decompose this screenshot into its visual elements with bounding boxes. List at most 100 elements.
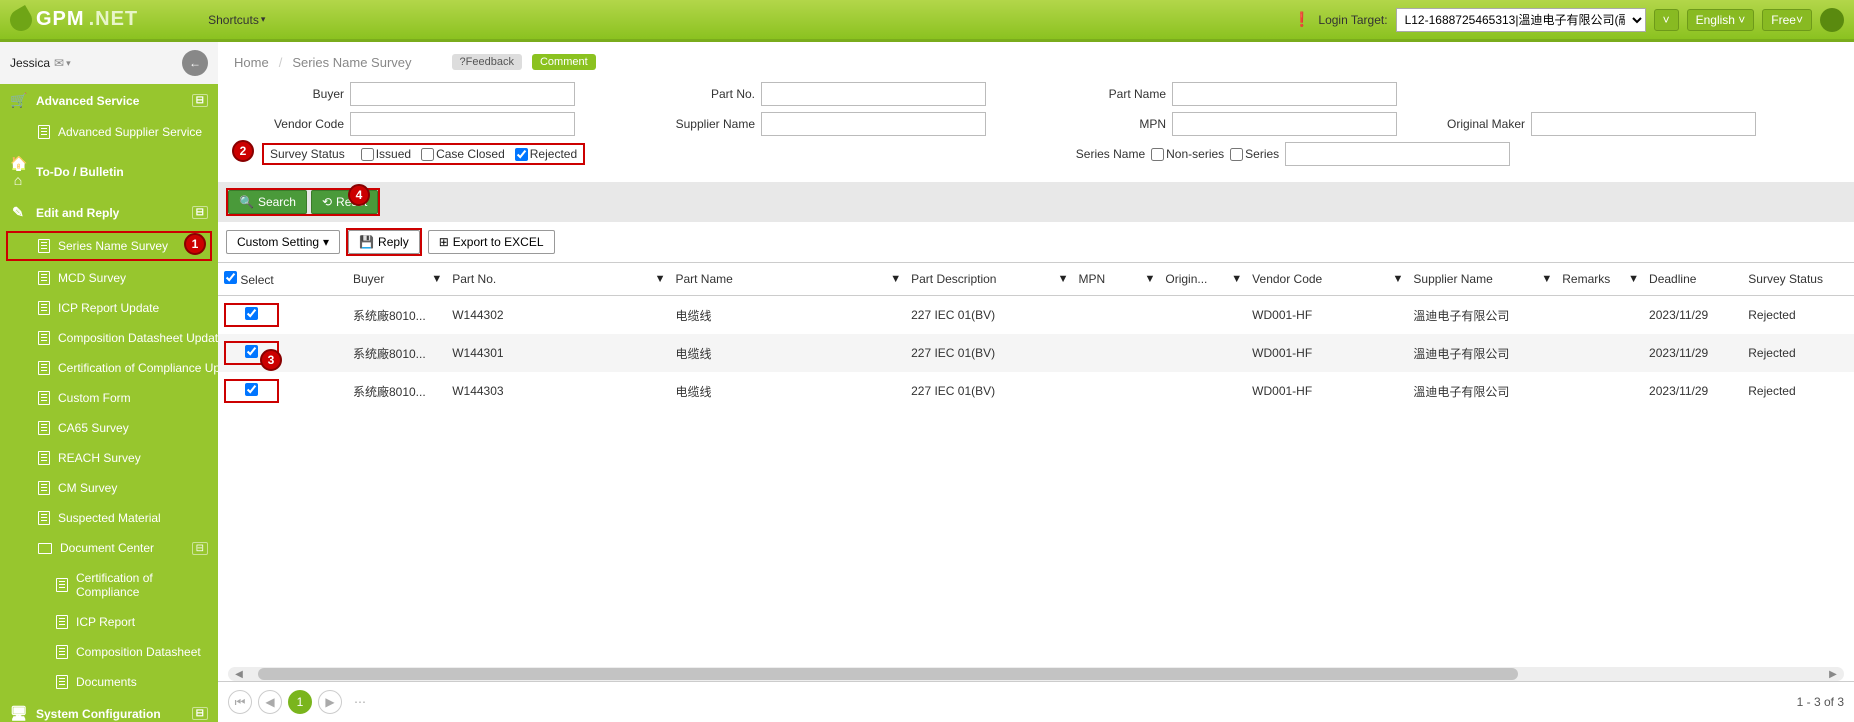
filter-icon[interactable]: ▼: [1058, 273, 1069, 285]
custom-setting-button[interactable]: Custom Setting▾: [226, 230, 340, 254]
reply-button[interactable]: 💾Reply: [348, 230, 420, 254]
document-icon: [38, 331, 50, 345]
col-surveystatus[interactable]: Survey Status: [1742, 263, 1854, 296]
search-form: Buyer Part No. Part Name Vendor Code Sup…: [218, 82, 1854, 182]
seriesname-label: Series Name: [1035, 147, 1145, 161]
scroll-thumb[interactable]: [258, 668, 1518, 680]
filter-icon[interactable]: ▼: [655, 273, 666, 285]
sidebar-item-cm[interactable]: CM Survey: [0, 473, 218, 503]
language-button[interactable]: English ˅: [1687, 9, 1755, 31]
nonseries-checkbox[interactable]: [1151, 148, 1164, 161]
sidebar-item-custom-form[interactable]: Custom Form: [0, 383, 218, 413]
select-all-checkbox[interactable]: [224, 271, 237, 284]
pager-first-button[interactable]: ⏮: [228, 690, 252, 714]
pager-next-button[interactable]: ▶: [318, 690, 342, 714]
row-checkbox[interactable]: [245, 345, 258, 358]
col-vendorcode[interactable]: Vendor Code▼: [1246, 263, 1407, 296]
shortcuts-menu[interactable]: Shortcuts ▾: [208, 13, 265, 27]
pager-page-current[interactable]: 1: [288, 690, 312, 714]
sidebar-item-doc-center[interactable]: Document Center ⊟: [0, 533, 218, 563]
sidebar-item-mcd[interactable]: MCD Survey: [0, 263, 218, 293]
brand-text-2: .NET: [89, 8, 139, 31]
sidebar-item-icp-update[interactable]: ICP Report Update: [0, 293, 218, 323]
col-origin[interactable]: Origin...▼: [1159, 263, 1246, 296]
cell-deadline: 2023/11/29: [1643, 296, 1742, 335]
col-suppliername[interactable]: Supplier Name▼: [1407, 263, 1556, 296]
filter-icon[interactable]: ▼: [431, 273, 442, 285]
filter-icon[interactable]: ▼: [1393, 273, 1404, 285]
dropdown-caret-button[interactable]: ˅: [1654, 9, 1679, 31]
collapse-sidebar-button[interactable]: ←: [182, 50, 208, 76]
pager-more-button[interactable]: ⋯: [348, 690, 372, 714]
col-partdesc[interactable]: Part Description▼: [905, 263, 1072, 296]
free-button[interactable]: Free˅: [1762, 9, 1812, 31]
scroll-left-icon[interactable]: ◀: [232, 667, 246, 681]
sidebar-item-composition-ds[interactable]: Composition Datasheet: [0, 637, 218, 667]
sidebar-item-advanced-supplier[interactable]: Advanced Supplier Service: [0, 117, 218, 147]
table-row[interactable]: 系统廠8010...W144303电缆线227 IEC 01(BV)WD001-…: [218, 372, 1854, 410]
horizontal-scrollbar[interactable]: ◀ ▶: [228, 667, 1844, 681]
pager-prev-button[interactable]: ◀: [258, 690, 282, 714]
sidebar-item-cert-update[interactable]: Certification of Compliance Update: [0, 353, 218, 383]
cell-deadline: 2023/11/29: [1643, 334, 1742, 372]
filter-icon[interactable]: ▼: [1628, 273, 1639, 285]
sidebar-item-cert-compliance[interactable]: Certification of Compliance: [0, 563, 218, 607]
feedback-button[interactable]: ?Feedback: [452, 54, 522, 70]
comment-button[interactable]: Comment: [532, 54, 596, 70]
chevron-down-icon[interactable]: ▾: [66, 58, 71, 69]
filter-icon[interactable]: ▼: [1541, 273, 1552, 285]
issued-checkbox[interactable]: [361, 148, 374, 161]
col-partno[interactable]: Part No.▼: [446, 263, 669, 296]
row-checkbox[interactable]: [245, 383, 258, 396]
sidebar-section-system[interactable]: 🖥 System Configuration ⊟: [0, 697, 218, 722]
mpn-input[interactable]: [1172, 112, 1397, 136]
envelope-icon[interactable]: [54, 56, 64, 70]
globe-icon[interactable]: [1820, 8, 1844, 32]
filter-icon[interactable]: ▼: [1231, 273, 1242, 285]
sidebar-item-series-name-survey[interactable]: Series Name Survey: [6, 231, 212, 261]
cell-origin: [1159, 296, 1246, 335]
partno-input[interactable]: [761, 82, 986, 106]
mpn-label: MPN: [1056, 117, 1166, 131]
col-remarks[interactable]: Remarks▼: [1556, 263, 1643, 296]
main-content: Home / Series Name Survey ?Feedback Comm…: [218, 42, 1854, 722]
table-row[interactable]: 系统廠8010...W144301电缆线227 IEC 01(BV)WD001-…: [218, 334, 1854, 372]
sidebar-section-advanced[interactable]: 🛒 Advanced Service ⊟: [0, 84, 218, 117]
partname-input[interactable]: [1172, 82, 1397, 106]
breadcrumb-home[interactable]: Home: [234, 55, 269, 70]
sidebar-item-composition-update[interactable]: Composition Datasheet Update: [0, 323, 218, 353]
cell-partdesc: 227 IEC 01(BV): [905, 296, 1072, 335]
sidebar-item-reach[interactable]: REACH Survey: [0, 443, 218, 473]
sidebar-section-todo[interactable]: ⌂ To-Do / Bulletin: [0, 147, 218, 196]
scroll-right-icon[interactable]: ▶: [1826, 667, 1840, 681]
filter-icon[interactable]: ▼: [890, 273, 901, 285]
vendorcode-input[interactable]: [350, 112, 575, 136]
col-mpn[interactable]: MPN▼: [1073, 263, 1160, 296]
sidebar-item-icp-report[interactable]: ICP Report: [0, 607, 218, 637]
series-checkbox[interactable]: [1230, 148, 1243, 161]
sidebar-item-suspected[interactable]: Suspected Material: [0, 503, 218, 533]
col-partname[interactable]: Part Name▼: [669, 263, 905, 296]
filter-icon[interactable]: ▼: [1144, 273, 1155, 285]
cell-partno: W144302: [446, 296, 669, 335]
top-right-controls: ❗ Login Target: L12-1688725465313|溫迪电子有限…: [1293, 8, 1844, 32]
search-button[interactable]: 🔍Search: [228, 190, 307, 214]
suppliername-input[interactable]: [761, 112, 986, 136]
sidebar-section-edit[interactable]: ✎ Edit and Reply ⊟: [0, 196, 218, 229]
pager: ⏮ ◀ 1 ▶ ⋯ 1 - 3 of 3: [218, 681, 1854, 722]
col-deadline[interactable]: Deadline: [1643, 263, 1742, 296]
sidebar-item-ca65[interactable]: CA65 Survey: [0, 413, 218, 443]
cell-partname: 电缆线: [669, 296, 905, 335]
series-input[interactable]: [1285, 142, 1510, 166]
login-target-select[interactable]: L12-1688725465313|溫迪电子有限公司(融...: [1396, 8, 1646, 32]
col-buyer[interactable]: Buyer▼: [347, 263, 446, 296]
caseclosed-checkbox[interactable]: [421, 148, 434, 161]
export-excel-button[interactable]: ⊞Export to EXCEL: [428, 230, 555, 254]
originalmaker-input[interactable]: [1531, 112, 1756, 136]
table-row[interactable]: 系统廠8010...W144302电缆线227 IEC 01(BV)WD001-…: [218, 296, 1854, 335]
buyer-input[interactable]: [350, 82, 575, 106]
row-checkbox[interactable]: [245, 307, 258, 320]
rejected-checkbox[interactable]: [515, 148, 528, 161]
results-grid: Select Buyer▼ Part No.▼ Part Name▼ Part …: [218, 262, 1854, 663]
sidebar-item-documents[interactable]: Documents: [0, 667, 218, 697]
